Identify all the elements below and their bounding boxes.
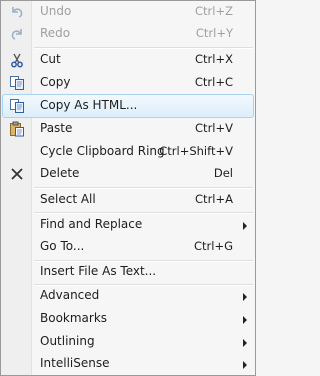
delete-x-icon xyxy=(7,165,27,183)
menu-item-insert-file-as-text[interactable]: Insert File As Text... xyxy=(3,261,253,283)
menu-item-shortcut: Ctrl+Z xyxy=(195,4,233,18)
copy-html-icon xyxy=(7,97,27,115)
menu-item-label: Undo xyxy=(40,4,72,18)
menu-item-paste[interactable]: Paste Ctrl+V xyxy=(3,118,253,140)
menu-item-shortcut: Ctrl+X xyxy=(195,52,233,66)
menu-item-label: Bookmarks xyxy=(40,311,108,325)
menu-item-shortcut: Ctrl+G xyxy=(193,239,233,253)
submenu-arrow-icon xyxy=(243,293,247,301)
paste-icon xyxy=(7,120,27,138)
menu-item-select-all[interactable]: Select All Ctrl+A xyxy=(3,189,253,211)
undo-icon xyxy=(7,3,27,21)
menu-item-intellisense[interactable]: IntelliSense xyxy=(3,353,253,375)
menu-item-label: Cut xyxy=(40,52,61,66)
menu-item-label: Select All xyxy=(40,192,96,206)
menu-item-bookmarks[interactable]: Bookmarks xyxy=(3,308,253,330)
menu-item-label: Outlining xyxy=(40,334,95,348)
redo-icon xyxy=(7,25,27,43)
menu-item-redo[interactable]: Redo Ctrl+Y xyxy=(3,23,253,45)
menu-item-shortcut: Ctrl+A xyxy=(195,192,233,206)
menu-item-go-to[interactable]: Go To... Ctrl+G xyxy=(3,236,253,258)
menu-item-label: IntelliSense xyxy=(40,356,110,370)
menu-item-delete[interactable]: Delete Del xyxy=(3,163,253,185)
menu-item-copy[interactable]: Copy Ctrl+C xyxy=(3,72,253,94)
copy-icon xyxy=(7,74,27,92)
submenu-arrow-icon xyxy=(243,361,247,369)
menu-item-label: Paste xyxy=(40,121,73,135)
menu-item-label: Copy xyxy=(40,75,71,89)
edit-menu: Undo Ctrl+Z Redo Ctrl+Y Cut Ctrl+X Copy … xyxy=(0,0,256,376)
menu-item-shortcut: Ctrl+V xyxy=(195,121,233,135)
menu-item-label: Cycle Clipboard Ring xyxy=(40,144,165,158)
menu-item-advanced[interactable]: Advanced xyxy=(3,285,253,307)
menu-item-label: Redo xyxy=(40,26,71,40)
menu-item-label: Go To... xyxy=(40,239,85,253)
menu-item-label: Advanced xyxy=(40,288,100,302)
menu-item-cut[interactable]: Cut Ctrl+X xyxy=(3,49,253,71)
menu-item-label: Insert File As Text... xyxy=(40,264,157,278)
menu-item-shortcut: Ctrl+Y xyxy=(195,26,233,40)
menu-item-find-and-replace[interactable]: Find and Replace xyxy=(3,214,253,236)
menu-item-cycle-clipboard-ring[interactable]: Cycle Clipboard Ring Ctrl+Shift+V xyxy=(3,141,253,163)
submenu-arrow-icon xyxy=(243,339,247,347)
menu-item-label: Delete xyxy=(40,166,80,180)
menu-item-copy-as-html[interactable]: Copy As HTML... xyxy=(2,94,254,118)
menu-item-shortcut: Ctrl+Shift+V xyxy=(159,144,233,158)
menu-item-shortcut: Del xyxy=(213,166,233,180)
submenu-arrow-icon xyxy=(243,316,247,324)
menu-item-undo[interactable]: Undo Ctrl+Z xyxy=(3,1,253,23)
scissors-icon xyxy=(7,51,27,69)
menu-item-shortcut: Ctrl+C xyxy=(194,75,233,89)
menu-item-label: Copy As HTML... xyxy=(40,98,138,112)
submenu-arrow-icon xyxy=(243,222,247,230)
menu-item-outlining[interactable]: Outlining xyxy=(3,331,253,353)
menu-item-label: Find and Replace xyxy=(40,217,143,231)
